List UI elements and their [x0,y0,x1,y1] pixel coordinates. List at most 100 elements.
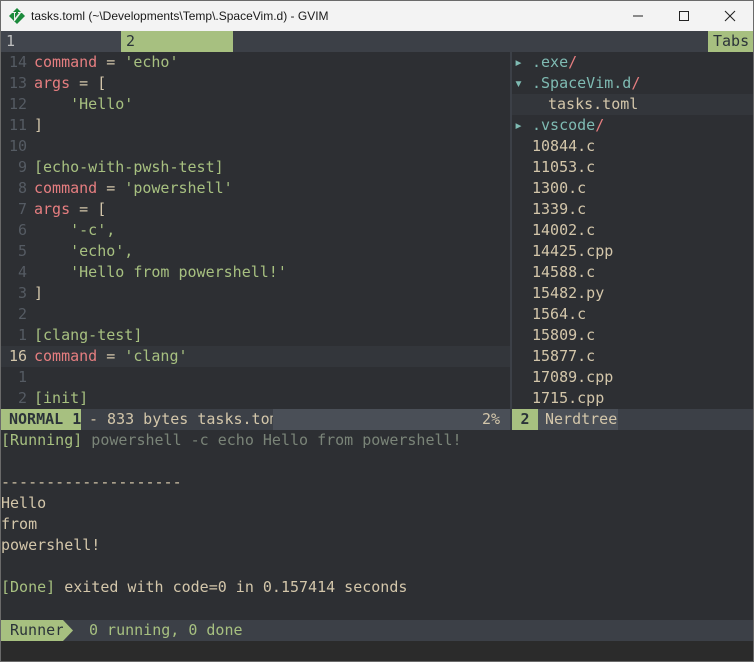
vim-app-icon [9,8,25,24]
tree-folder[interactable]: ▾ .SpaceVim.d/ [512,73,753,94]
tree-file[interactable]: 1339.c [512,199,753,220]
title-bar: tasks.toml (~\Developments\Temp\.SpaceVi… [1,1,753,31]
tree-item-name: .vscode [532,116,596,134]
window-title: tasks.toml (~\Developments\Temp\.SpaceVi… [31,9,329,23]
tree-file[interactable]: 15877.c [512,346,753,367]
tree-item-name: 1339.c [532,200,587,218]
line-number: 8 [17,179,27,197]
folder-closed-icon: ▸ [514,116,524,134]
folder-slash: / [568,53,578,71]
tree-folder[interactable]: ▸ .vscode/ [512,115,753,136]
line-number: 13 [8,74,27,92]
toml-value: 'powershell' [124,179,233,197]
tree-item-name: 15809.c [532,326,596,344]
tree-file[interactable]: 14002.c [512,220,753,241]
tree-item-name: 11053.c [532,158,596,176]
tree-file[interactable]: 17089.cpp [512,367,753,388]
done-line: [Done] exited with code=0 in 0.157414 se… [1,577,753,598]
code-line: 2 [1,304,510,325]
tab-nerd-tree[interactable]: 1 NERD_tree_3 [1,31,121,71]
code-text: ] [27,283,43,304]
line-number: 14 [8,53,27,71]
toml-key: command [34,347,98,365]
toml-section: [init] [34,389,89,407]
line-number: 1 [17,368,27,386]
tree-item-name: tasks.toml [548,95,639,113]
tree-file[interactable]: tasks.toml [512,94,753,115]
code-text: args = [ [27,199,106,220]
minimize-button[interactable] [615,1,661,31]
tree-file[interactable]: 11053.c [512,157,753,178]
code-line: 12 'Hello' [1,94,510,115]
toml-text: ] [34,116,44,134]
maximize-button[interactable] [661,1,707,31]
code-line: 2 [init] [1,388,510,409]
tree-file[interactable]: 1715.cpp [512,388,753,409]
tree-item-name: 14425.cpp [532,242,614,260]
code-line: 7 args = [ [1,199,510,220]
tree-file[interactable]: 10844.c [512,136,753,157]
tree-item-name: 15482.py [532,284,605,302]
code-text: command = 'powershell' [27,178,233,199]
tree-file[interactable]: 1564.c [512,304,753,325]
file-info: - 833 bytes tasks.toml [89,410,288,428]
close-button[interactable] [707,1,753,31]
code-line: 9 [echo-with-pwsh-test] [1,157,510,178]
line-number: 9 [17,158,27,176]
code-line: 16 command = 'clang' [1,346,510,367]
code-line: 11] [1,115,510,136]
toml-key: args [34,74,71,92]
window-bottom-area [1,641,753,661]
close-icon [724,10,736,22]
tree-item-name: 10844.c [532,137,596,155]
code-line: 3] [1,283,510,304]
code-line: 4 'Hello from powershell!' [1,262,510,283]
toml-value: 'clang' [124,347,188,365]
code-line: 5 'echo', [1,241,510,262]
line-number: 1 [17,326,27,344]
tree-file[interactable]: 15809.c [512,325,753,346]
code-text: args = [ [27,73,106,94]
toml-section: [clang-test] [34,326,143,344]
line-number: 6 [17,221,27,239]
code-text: 'Hello from powershell!' [27,262,287,283]
line-number: 3 [17,284,27,302]
output-line: from [1,515,38,533]
code-line: 6 '-c', [1,220,510,241]
code-line: 1 [clang-test] [1,325,510,346]
code-text: command = 'clang' [27,346,188,367]
file-tree-pane[interactable]: ▸ .exe/▾ .SpaceVim.d/tasks.toml ▸ .vscode / 10… [512,52,753,409]
folder-open-icon: ▾ [514,74,524,92]
code-line: 13 args = [ [1,73,510,94]
tree-window-number: 2 [512,409,538,430]
tree-file[interactable]: 14425.cpp [512,241,753,262]
line-number: 5 [17,242,27,260]
code-text: [clang-test] [27,325,142,346]
tab-tasks-toml[interactable]: 2 tasks.toml [121,31,233,71]
tree-folder[interactable]: ▸ .exe/ [512,52,753,73]
tree-item-name: 14002.c [532,221,596,239]
toml-operator: = [97,53,125,71]
runner-output: [Running] powershell -c echo Hello from … [1,430,753,620]
tree-file[interactable]: 14588.c [512,262,753,283]
toml-text: '-c', [34,221,116,239]
divider-line: -------------------- [1,473,182,491]
running-command: powershell -c echo Hello from powershell… [82,431,462,449]
toml-text: ] [34,284,44,302]
editor-pane[interactable]: 14 command = 'echo' 13 args = [12 'Hello' 11… [1,52,510,409]
toml-key: command [34,53,98,71]
code-text: ] [27,115,43,136]
tabline: 1 NERD_tree_3 2 tasks.toml Tabs [1,31,753,71]
code-line: 1 [1,367,510,388]
filetype-section: toml # s [273,409,467,449]
maximize-icon [679,11,689,21]
tree-file[interactable]: 15482.py [512,283,753,304]
powerline-arrow-icon [63,620,73,641]
runner-status: 0 running, 0 done [89,621,243,639]
tree-file[interactable]: 1300.c [512,178,753,199]
line-number: 4 [17,263,27,281]
toml-operator: = [70,74,98,92]
code-text: '-c', [27,220,115,241]
toml-section: [echo-with-pwsh-test] [34,158,224,176]
